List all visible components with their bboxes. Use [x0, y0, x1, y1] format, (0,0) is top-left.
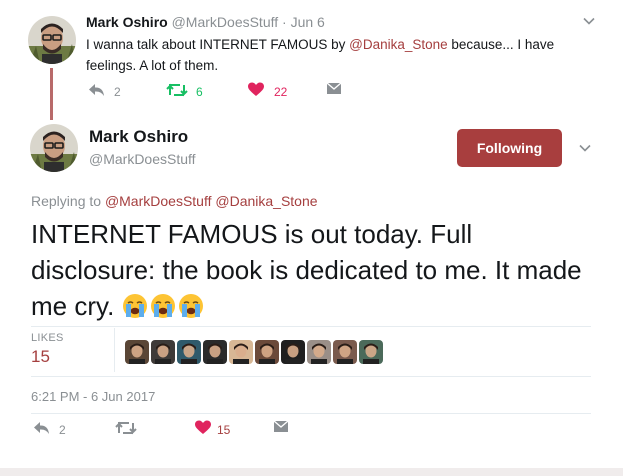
divider	[31, 326, 591, 327]
parent-more-chevron-down-icon[interactable]	[582, 14, 596, 31]
liker-avatar[interactable]	[177, 340, 201, 364]
thread-connector-line	[50, 68, 53, 120]
avatar-image	[30, 124, 78, 172]
loudly-crying-face-icon	[150, 292, 176, 318]
parent-tweet-text: I wanna talk about INTERNET FAMOUS by @D…	[86, 34, 586, 76]
parent-tweet[interactable]: Mark Oshiro @MarkDoesStuff · Jun 6 I wan…	[0, 0, 623, 120]
avatar-image	[28, 16, 76, 64]
liker-avatar[interactable]	[307, 340, 331, 364]
reply-button[interactable]: 2	[33, 420, 115, 440]
parent-tweet-header: Mark Oshiro @MarkDoesStuff · Jun 6	[86, 14, 325, 30]
heart-icon	[248, 82, 264, 102]
emoji-group	[122, 291, 206, 321]
like-button[interactable]: 22	[248, 82, 326, 102]
likes-separator	[114, 328, 115, 372]
reply-count: 2	[114, 85, 121, 99]
replying-to-label: Replying to	[31, 193, 102, 209]
divider	[31, 376, 591, 377]
envelope-icon	[273, 420, 289, 439]
likes-count: 15	[31, 347, 50, 366]
parent-tweet-actions: 2 6 22	[88, 82, 356, 102]
parent-mention-link[interactable]: @Danika_Stone	[349, 37, 448, 52]
main-avatar[interactable]	[30, 124, 78, 172]
liker-avatar[interactable]	[333, 340, 357, 364]
like-count: 22	[274, 85, 288, 99]
direct-message-button[interactable]	[326, 82, 356, 102]
main-tweet-text: INTERNET FAMOUS is out today. Full discl…	[31, 216, 591, 324]
likes-stat[interactable]: LIKES 15	[31, 332, 64, 367]
liker-avatar[interactable]	[281, 340, 305, 364]
divider	[31, 413, 591, 414]
retweet-button[interactable]: 6	[166, 82, 248, 102]
retweet-icon	[115, 420, 137, 441]
main-more-chevron-down-icon[interactable]	[578, 141, 592, 158]
tweet-timestamp[interactable]: 6:21 PM - 6 Jun 2017	[31, 389, 155, 404]
main-author-handle[interactable]: @MarkDoesStuff	[89, 151, 196, 167]
liker-avatar[interactable]	[359, 340, 383, 364]
loudly-crying-face-icon	[178, 292, 204, 318]
reply-icon	[33, 420, 51, 441]
following-button[interactable]: Following	[457, 129, 562, 167]
parent-avatar[interactable]	[28, 16, 76, 64]
liker-avatar[interactable]	[255, 340, 279, 364]
like-count: 15	[217, 423, 231, 437]
liker-avatar[interactable]	[229, 340, 253, 364]
liker-avatar[interactable]	[151, 340, 175, 364]
tweet-page: Mark Oshiro @MarkDoesStuff · Jun 6 I wan…	[0, 0, 623, 476]
reply-icon	[88, 82, 106, 103]
retweet-icon	[166, 82, 188, 103]
retweet-button[interactable]	[115, 420, 195, 440]
heart-icon	[195, 420, 211, 440]
liker-avatar[interactable]	[125, 340, 149, 364]
parent-text-part: I wanna talk about INTERNET FAMOUS by	[86, 37, 350, 52]
replying-to-line: Replying to @MarkDoesStuff @Danika_Stone	[31, 193, 318, 209]
reply-count: 2	[59, 423, 66, 437]
parent-author-handle[interactable]: @MarkDoesStuff	[172, 14, 279, 30]
main-tweet-actions: 2 15	[33, 420, 303, 440]
liker-avatars	[125, 340, 385, 364]
direct-message-button[interactable]	[273, 420, 303, 440]
likes-label: LIKES	[31, 332, 64, 344]
liker-avatar[interactable]	[203, 340, 227, 364]
main-author-name[interactable]: Mark Oshiro	[89, 127, 188, 147]
header-separator: ·	[282, 14, 287, 30]
focused-tweet: Mark Oshiro @MarkDoesStuff Following Rep…	[0, 120, 623, 476]
parent-author-name[interactable]: Mark Oshiro	[86, 14, 168, 30]
parent-tweet-date[interactable]: Jun 6	[291, 14, 325, 30]
retweet-count: 6	[196, 85, 203, 99]
like-button[interactable]: 15	[195, 420, 273, 440]
main-tweet-body: INTERNET FAMOUS is out today. Full discl…	[31, 219, 582, 321]
replying-to-mentions[interactable]: @MarkDoesStuff @Danika_Stone	[105, 193, 318, 209]
reply-button[interactable]: 2	[88, 82, 166, 102]
page-bottom-strip	[0, 468, 623, 476]
envelope-icon	[326, 82, 342, 101]
loudly-crying-face-icon	[122, 292, 148, 318]
